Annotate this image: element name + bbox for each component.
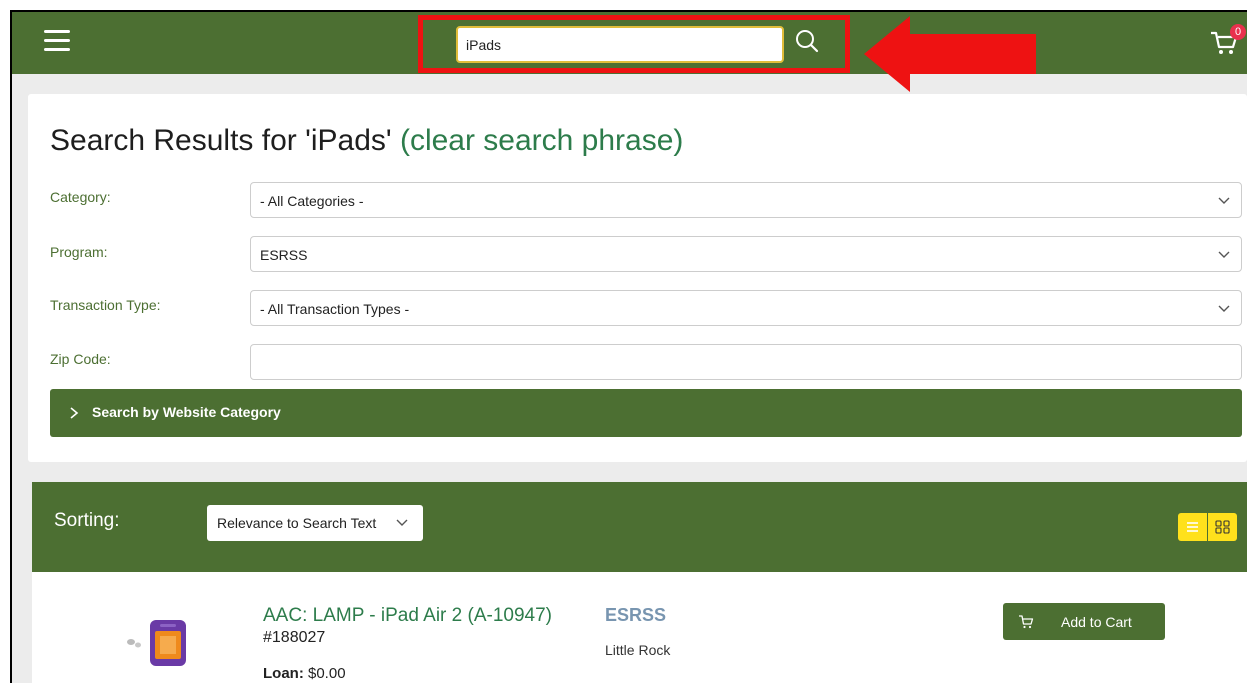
add-to-cart-label: Add to Cart bbox=[1061, 614, 1132, 630]
clear-search-link[interactable]: (clear search phrase) bbox=[400, 124, 683, 157]
browser-frame: 0 Search Results for 'iPads' (clear sear… bbox=[10, 10, 1247, 683]
chevron-down-icon bbox=[1218, 251, 1230, 258]
product-thumbnail[interactable] bbox=[120, 612, 200, 672]
search-button[interactable] bbox=[792, 27, 822, 57]
search-input[interactable] bbox=[458, 28, 782, 61]
zip-code-box bbox=[250, 344, 1242, 380]
chevron-right-icon bbox=[70, 407, 79, 419]
grid-view-button[interactable] bbox=[1208, 513, 1237, 541]
transaction-type-label: Transaction Type: bbox=[50, 297, 161, 313]
website-category-label: Search by Website Category bbox=[92, 404, 281, 420]
cart-count-badge: 0 bbox=[1230, 24, 1246, 40]
grid-icon bbox=[1215, 520, 1230, 534]
product-title-link[interactable]: AAC: LAMP - iPad Air 2 (A-10947) bbox=[263, 605, 552, 627]
loan-label: Loan: bbox=[263, 665, 304, 682]
cart-icon bbox=[1019, 615, 1034, 629]
top-bar: 0 bbox=[12, 12, 1247, 74]
category-value: - All Categories - bbox=[260, 193, 364, 209]
loan-value: $0.00 bbox=[308, 665, 346, 682]
search-icon bbox=[796, 30, 819, 53]
chevron-down-icon bbox=[396, 519, 408, 526]
search-by-website-category-toggle[interactable]: Search by Website Category bbox=[50, 389, 1242, 437]
sorting-select[interactable]: Relevance to Search Text bbox=[207, 505, 423, 541]
category-label: Category: bbox=[50, 189, 111, 205]
product-location: Little Rock bbox=[605, 642, 671, 658]
program-select[interactable]: ESRSS bbox=[250, 236, 1242, 272]
zip-code-label: Zip Code: bbox=[50, 351, 111, 367]
list-item: AAC: LAMP - iPad Air 2 (A-10947) #188027… bbox=[32, 572, 1247, 683]
transaction-type-value: - All Transaction Types - bbox=[260, 301, 410, 317]
zip-code-input[interactable] bbox=[251, 345, 1241, 379]
chevron-down-icon bbox=[1218, 305, 1230, 312]
sorting-value: Relevance to Search Text bbox=[217, 515, 377, 531]
add-to-cart-button[interactable]: Add to Cart bbox=[1003, 603, 1165, 640]
product-id: #188027 bbox=[263, 629, 326, 646]
program-value: ESRSS bbox=[260, 247, 308, 263]
category-select[interactable]: - All Categories - bbox=[250, 182, 1242, 218]
transaction-type-select[interactable]: - All Transaction Types - bbox=[250, 290, 1242, 326]
program-label: Program: bbox=[50, 244, 108, 260]
chevron-down-icon bbox=[1218, 197, 1230, 204]
search-results-panel: Search Results for 'iPads' (clear search… bbox=[28, 94, 1247, 462]
menu-icon[interactable] bbox=[44, 30, 70, 52]
sorting-bar: Sorting: Relevance to Search Text bbox=[32, 482, 1247, 572]
page-title: Search Results for 'iPads' (clear search… bbox=[50, 124, 683, 158]
sorting-label: Sorting: bbox=[54, 510, 120, 531]
product-program: ESRSS bbox=[605, 605, 667, 625]
product-loan: Loan: $0.00 bbox=[263, 665, 346, 682]
list-view-button[interactable] bbox=[1178, 513, 1207, 541]
search-box bbox=[456, 26, 784, 63]
results-title-text: Search Results for 'iPads' bbox=[50, 124, 392, 157]
list-icon bbox=[1187, 522, 1198, 532]
